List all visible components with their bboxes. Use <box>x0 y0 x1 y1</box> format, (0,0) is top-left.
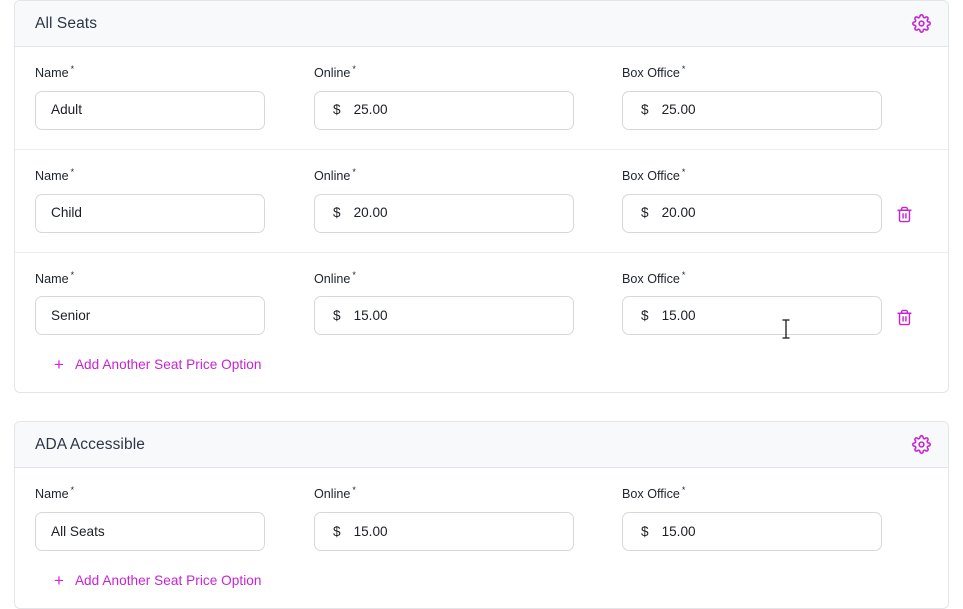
name-input[interactable]: Senior <box>35 296 265 335</box>
required-marker: * <box>71 270 75 280</box>
plus-icon: + <box>54 356 64 373</box>
page-title: ADA Accessible <box>35 437 145 453</box>
box-office-price-input[interactable]: $ 15.00 <box>622 296 882 335</box>
gear-icon <box>912 14 931 33</box>
field-online: Online* $ 20.00 <box>314 168 574 233</box>
section-card-all-seats: All Seats Name* Adult Online* <box>14 0 949 393</box>
online-price-input[interactable]: $ 20.00 <box>314 194 574 233</box>
delete-row-button[interactable] <box>893 307 915 329</box>
add-seat-price-option-button[interactable]: + Add Another Seat Price Option <box>54 356 262 373</box>
required-marker: * <box>682 485 686 495</box>
gear-icon <box>912 435 931 454</box>
field-label-name: Name* <box>35 65 265 80</box>
field-label-online: Online* <box>314 168 574 183</box>
field-label-name: Name* <box>35 271 265 286</box>
online-price-value: 20.00 <box>341 206 388 220</box>
box-office-price-value: 25.00 <box>649 103 696 117</box>
card-header: ADA Accessible <box>15 422 948 468</box>
field-label-online: Online* <box>314 486 574 501</box>
field-label-online: Online* <box>314 65 574 80</box>
field-label-box-office: Box Office* <box>622 486 882 501</box>
field-label-box-office: Box Office* <box>622 65 882 80</box>
online-price-value: 15.00 <box>341 309 388 323</box>
required-marker: * <box>682 64 686 74</box>
name-input[interactable]: Adult <box>35 91 265 130</box>
add-seat-price-option-label: Add Another Seat Price Option <box>75 358 262 372</box>
currency-symbol: $ <box>315 103 341 117</box>
required-marker: * <box>71 167 75 177</box>
name-input-value: All Seats <box>36 525 105 539</box>
field-name: Name* Adult <box>35 65 265 130</box>
name-input[interactable]: All Seats <box>35 512 265 551</box>
table-row: Name* All Seats Online* $ 15.00 Box Offi… <box>15 468 948 559</box>
required-marker: * <box>682 270 686 280</box>
currency-symbol: $ <box>623 103 649 117</box>
field-online: Online* $ 25.00 <box>314 65 574 130</box>
field-box-office: Box Office* $ 15.00 <box>622 486 882 551</box>
currency-symbol: $ <box>315 206 341 220</box>
page-title: All Seats <box>35 16 97 32</box>
required-marker: * <box>352 167 356 177</box>
online-price-input[interactable]: $ 25.00 <box>314 91 574 130</box>
box-office-price-value: 15.00 <box>649 309 696 323</box>
card-body: Name* Adult Online* $ 25.00 Box Office* … <box>15 47 948 392</box>
field-name: Name* All Seats <box>35 486 265 551</box>
box-office-price-value: 20.00 <box>649 206 696 220</box>
field-box-office: Box Office* $ 15.00 <box>622 271 882 336</box>
add-link-container: + Add Another Seat Price Option <box>15 343 948 392</box>
name-input-value: Child <box>36 206 82 220</box>
field-label-box-office: Box Office* <box>622 271 882 286</box>
field-label-online: Online* <box>314 271 574 286</box>
box-office-price-input[interactable]: $ 20.00 <box>622 194 882 233</box>
table-row: Name* Child Online* $ 20.00 Box Office* … <box>15 150 948 253</box>
delete-row-button[interactable] <box>893 204 915 226</box>
field-box-office: Box Office* $ 25.00 <box>622 65 882 130</box>
required-marker: * <box>352 64 356 74</box>
box-office-price-value: 15.00 <box>649 525 696 539</box>
currency-symbol: $ <box>623 525 649 539</box>
required-marker: * <box>71 64 75 74</box>
required-marker: * <box>352 270 356 280</box>
field-name: Name* Child <box>35 168 265 233</box>
pricing-form-page: All Seats Name* Adult Online* <box>0 0 963 608</box>
table-row: Name* Adult Online* $ 25.00 Box Office* … <box>15 47 948 150</box>
currency-symbol: $ <box>623 206 649 220</box>
table-row: Name* Senior Online* $ 15.00 Box Office* <box>15 253 948 344</box>
required-marker: * <box>352 485 356 495</box>
field-online: Online* $ 15.00 <box>314 271 574 336</box>
card-body: Name* All Seats Online* $ 15.00 Box Offi… <box>15 468 948 608</box>
currency-symbol: $ <box>315 309 341 323</box>
name-input[interactable]: Child <box>35 194 265 233</box>
add-link-container: + Add Another Seat Price Option <box>15 559 948 608</box>
trash-icon <box>896 206 913 223</box>
currency-symbol: $ <box>315 525 341 539</box>
box-office-price-input[interactable]: $ 25.00 <box>622 91 882 130</box>
online-price-value: 15.00 <box>341 525 388 539</box>
name-input-value: Senior <box>36 309 90 323</box>
online-price-input[interactable]: $ 15.00 <box>314 296 574 335</box>
required-marker: * <box>71 485 75 495</box>
field-label-name: Name* <box>35 486 265 501</box>
field-name: Name* Senior <box>35 271 265 336</box>
add-seat-price-option-button[interactable]: + Add Another Seat Price Option <box>54 572 262 589</box>
online-price-value: 25.00 <box>341 103 388 117</box>
required-marker: * <box>682 167 686 177</box>
card-header: All Seats <box>15 1 948 47</box>
field-label-name: Name* <box>35 168 265 183</box>
name-input-value: Adult <box>36 103 82 117</box>
currency-symbol: $ <box>623 309 649 323</box>
add-seat-price-option-label: Add Another Seat Price Option <box>75 574 262 588</box>
section-card-ada-accessible: ADA Accessible Name* All Seats Online* <box>14 421 949 609</box>
online-price-input[interactable]: $ 15.00 <box>314 512 574 551</box>
field-box-office: Box Office* $ 20.00 <box>622 168 882 233</box>
field-online: Online* $ 15.00 <box>314 486 574 551</box>
field-label-box-office: Box Office* <box>622 168 882 183</box>
settings-gear-button[interactable] <box>910 13 932 35</box>
box-office-price-input[interactable]: $ 15.00 <box>622 512 882 551</box>
settings-gear-button[interactable] <box>910 434 932 456</box>
plus-icon: + <box>54 572 64 589</box>
trash-icon <box>896 309 913 326</box>
